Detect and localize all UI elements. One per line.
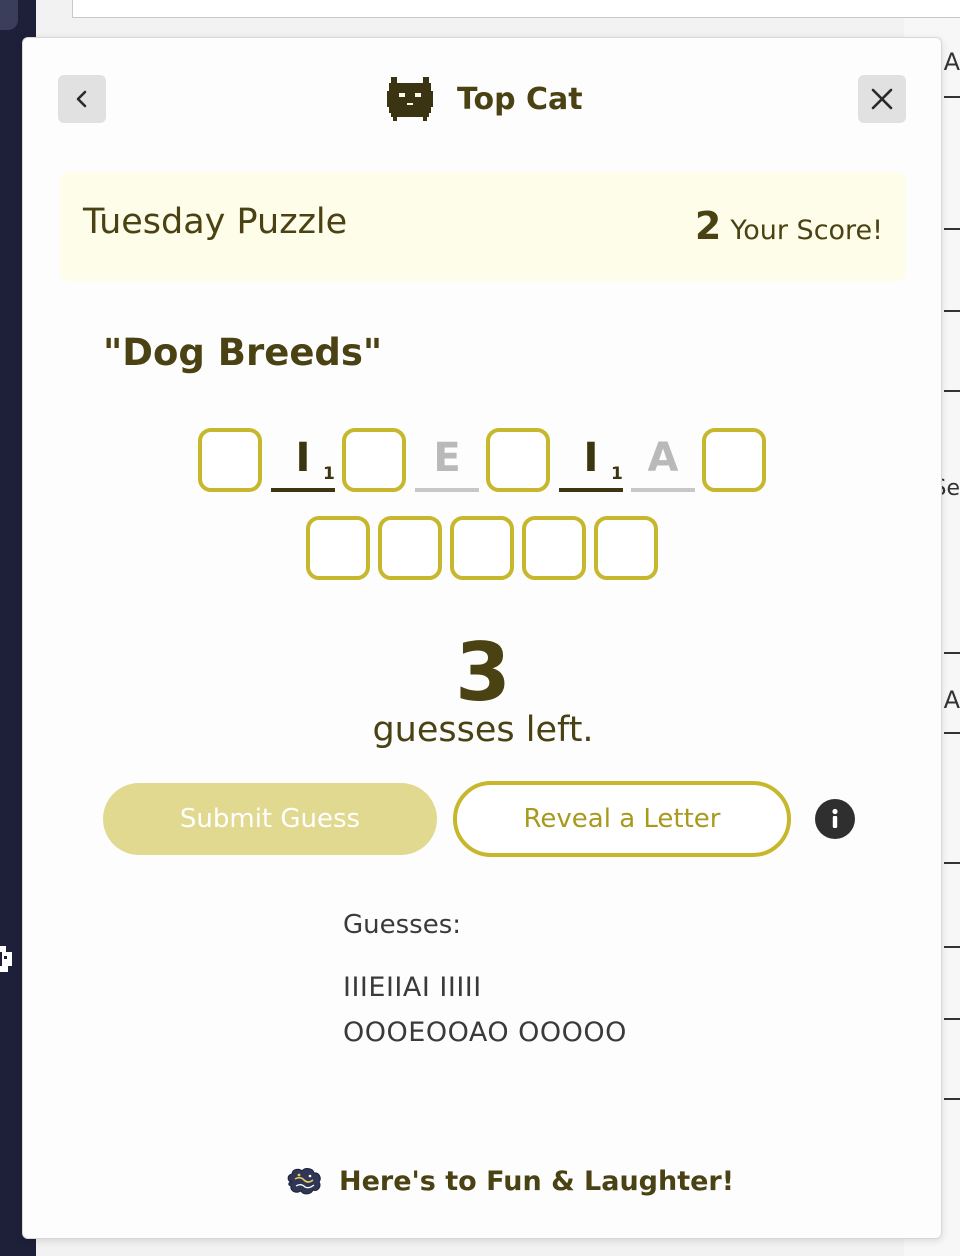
letter-box[interactable] [342,428,406,492]
slot-underline [415,488,479,492]
app-title: Top Cat [457,81,583,117]
reveal-letter-button[interactable]: Reveal a Letter [453,781,791,857]
score-value: 2 [694,204,722,248]
slot-underline [631,488,695,492]
close-button[interactable] [858,75,906,123]
host-divider [944,96,960,98]
letter-box[interactable] [378,516,442,580]
cat-icon [0,946,12,972]
brain-icon [287,1167,321,1194]
puzzle-day: Tuesday Puzzle [83,202,348,242]
host-divider [944,862,960,864]
letter-slot: I 1 [559,428,623,492]
host-fragment-text: A [943,48,960,76]
guesses-heading: Guesses: [343,910,462,940]
info-icon [832,808,838,828]
letter-slot: I 1 [271,428,335,492]
close-icon [871,88,893,110]
letter-box[interactable] [522,516,586,580]
host-divider [944,1098,960,1100]
host-divider [944,946,960,948]
letter-box[interactable] [594,516,658,580]
slot-count: 1 [323,464,335,484]
letter-slot: A [631,428,695,492]
letter-slot: E [415,428,479,492]
guess-history-item: OOOEOOAO OOOOO [343,1017,627,1048]
host-divider [944,310,960,312]
letter-box[interactable] [306,516,370,580]
host-divider [944,1018,960,1020]
letter-box[interactable] [486,428,550,492]
puzzle-banner: Tuesday Puzzle 2 Your Score! [60,172,906,281]
host-divider [944,228,960,230]
guesses-left-count: 3 [455,626,511,719]
guess-history-item: IIIEIIAI IIIII [343,972,482,1003]
host-divider [944,390,960,392]
back-button[interactable] [58,75,106,123]
submit-guess-button[interactable]: Submit Guess [103,783,437,855]
host-divider [944,732,960,734]
info-button[interactable] [815,799,855,839]
pixel-cat-icon [387,77,433,121]
guesses-left-label: guesses left. [372,710,594,750]
score-label: Your Score! [730,215,883,246]
puzzle-modal: Top Cat Tuesday Puzzle 2 Your Score! "Do… [22,37,942,1239]
chevron-left-icon [76,90,87,108]
slot-underline [271,488,335,492]
slot-letter: E [433,435,461,481]
letter-box[interactable] [702,428,766,492]
host-divider [944,652,960,654]
slot-letter: A [647,435,679,481]
footer: Here's to Fun & Laughter! [285,1166,734,1197]
host-topbar [72,0,960,18]
score-display: 2 Your Score! [695,204,883,248]
letter-box[interactable] [450,516,514,580]
host-fragment-text: A [943,686,960,714]
app-brand: Top Cat [387,74,583,124]
slot-count: 1 [611,464,623,484]
letter-box[interactable] [198,428,262,492]
footer-text: Here's to Fun & Laughter! [339,1166,735,1197]
puzzle-category: "Dog Breeds" [103,331,383,374]
host-sidebar-tab[interactable] [0,0,18,30]
slot-underline [559,488,623,492]
